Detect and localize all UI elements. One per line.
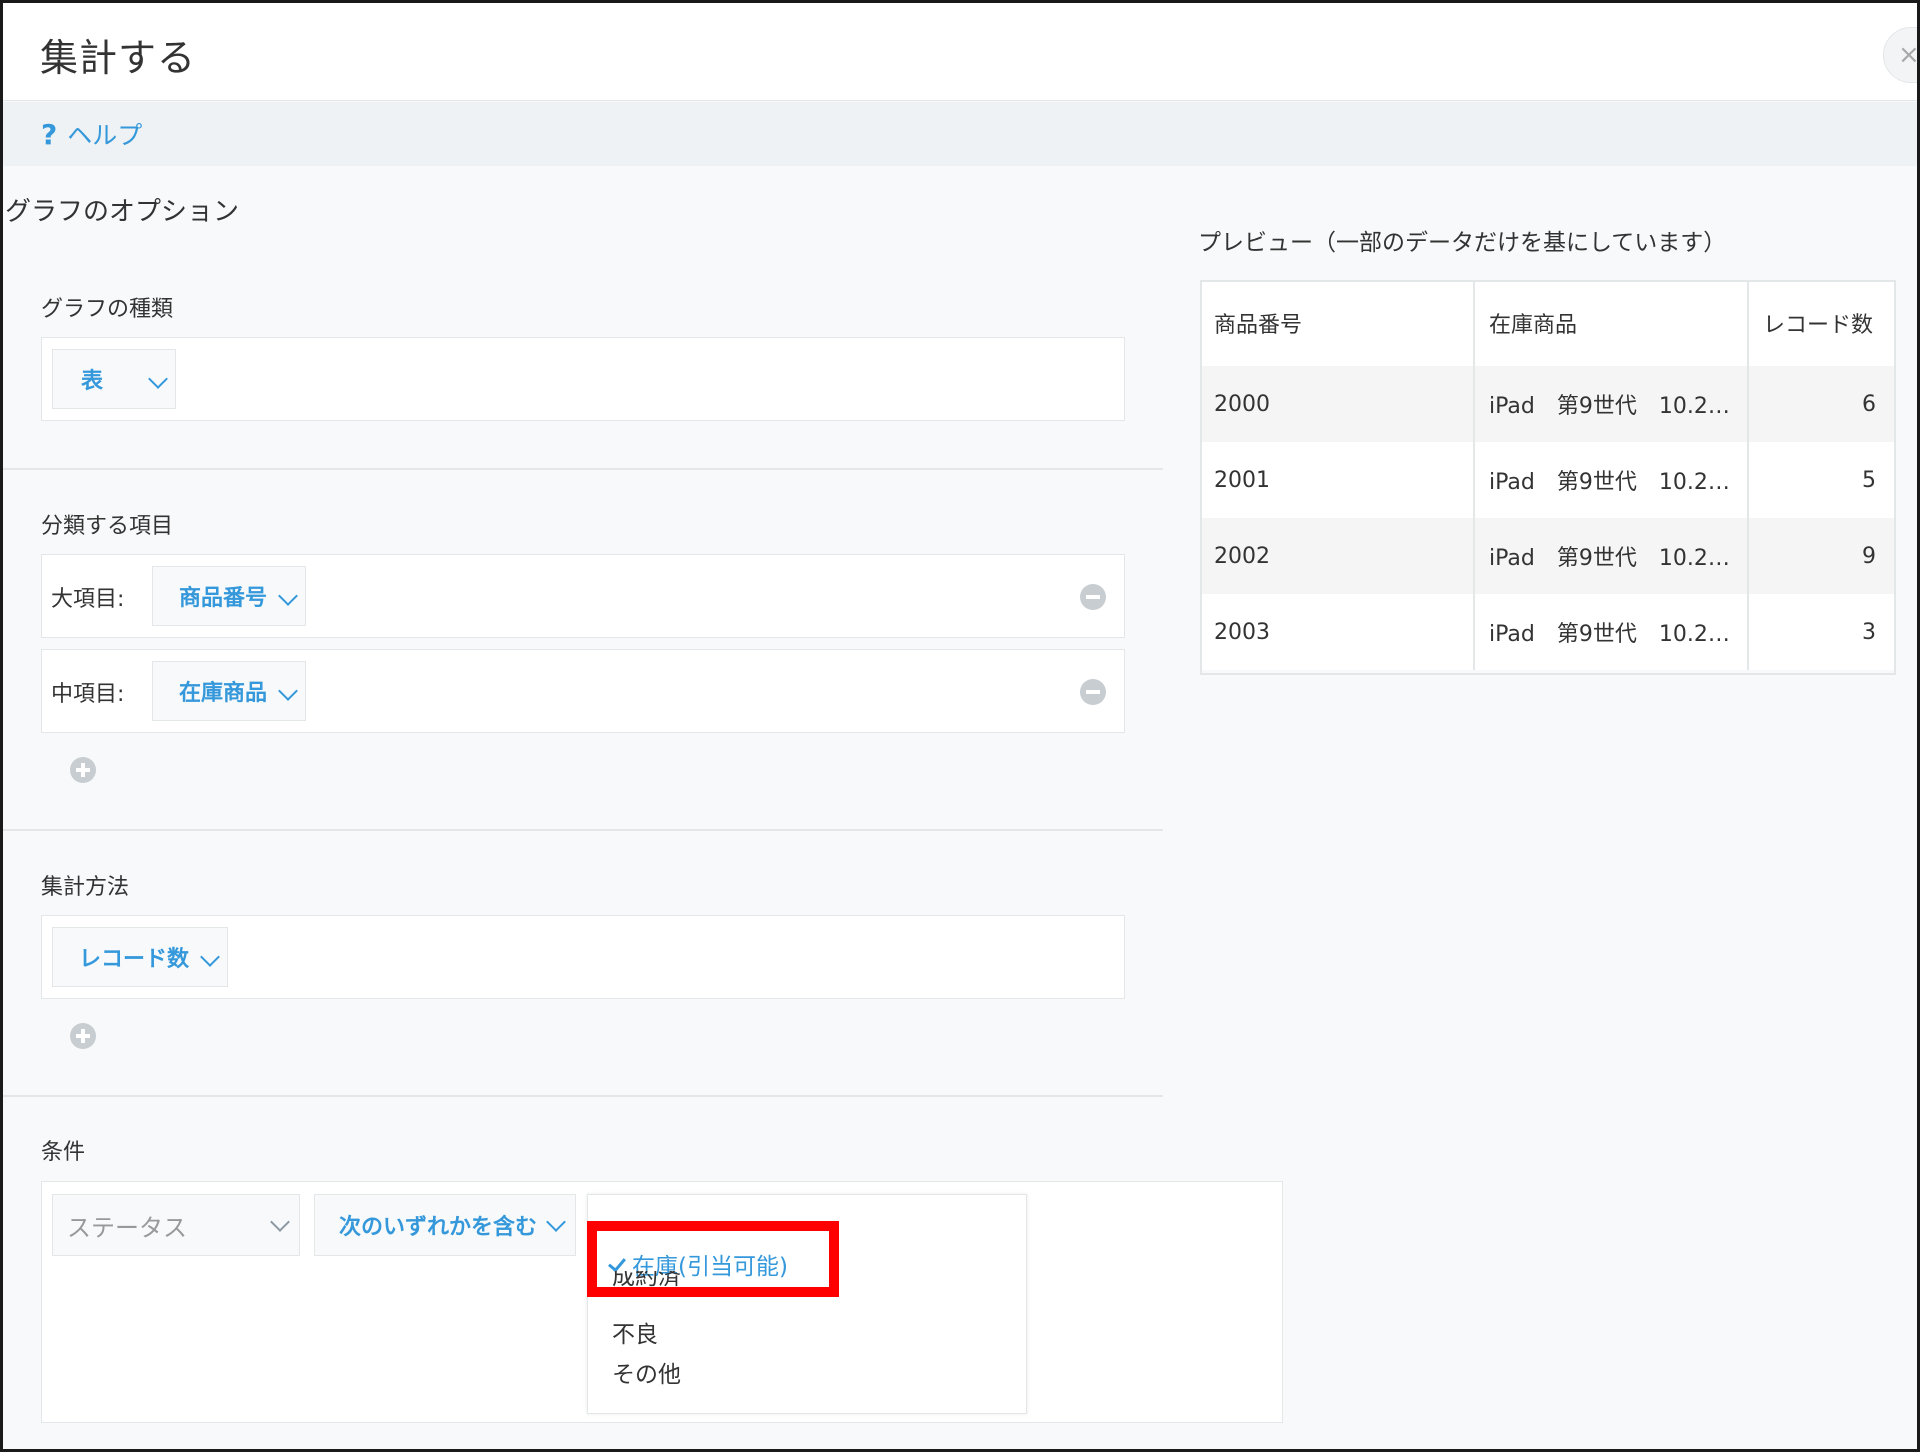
table-cell: 3 (1748, 594, 1896, 670)
table-cell: 9 (1748, 518, 1896, 594)
close-button[interactable]: × (1883, 27, 1917, 83)
option-defective[interactable]: 不良 (612, 1315, 658, 1349)
aggregate-value: レコード数 (79, 947, 190, 972)
chevron-down-icon (278, 586, 298, 606)
graph-options-title: グラフのオプション (5, 197, 240, 227)
major-item-row: 大項目: 商品番号 (41, 554, 1125, 638)
column-header: 在庫商品 (1474, 280, 1749, 366)
condition-field-value: ステータス (67, 1213, 187, 1242)
major-item-value: 商品番号 (179, 586, 268, 611)
table-cell: 2003 (1200, 594, 1475, 670)
chevron-down-icon (546, 1212, 566, 1232)
column-header: レコード数 (1748, 280, 1896, 366)
add-item-icon[interactable] (70, 757, 96, 783)
condition-operator-value: 次のいずれかを含む (339, 1215, 538, 1240)
condition-row: ステータス 次のいずれかを含む 在庫(引当可能) 成約済 不良 その他 (41, 1181, 1283, 1423)
table-row: 2001 iPad 第9世代 10.2… 5 (1200, 442, 1896, 518)
help-link[interactable]: ? ヘルプ (41, 116, 142, 152)
aggregate-dialog: 集計する × ? ヘルプ グラフのオプション グラフの種類 表 分類する項目 大… (0, 0, 1920, 1452)
table-cell: 2002 (1200, 518, 1475, 594)
help-bar: ? ヘルプ (3, 102, 1917, 166)
question-icon: ? (41, 117, 58, 151)
dialog-titlebar: 集計する × (3, 3, 1917, 101)
chevron-down-icon (148, 369, 168, 389)
graph-type-box: 表 (41, 337, 1125, 421)
check-icon (608, 1253, 626, 1273)
table-cell: 2000 (1200, 366, 1475, 442)
middle-item-row: 中項目: 在庫商品 (41, 649, 1125, 733)
aggregate-box: レコード数 (41, 915, 1125, 999)
middle-item-label: 中項目: (51, 682, 125, 707)
add-aggregate-icon[interactable] (70, 1023, 96, 1049)
section-divider (3, 1095, 1163, 1097)
table-cell: iPad 第9世代 10.2… (1474, 594, 1749, 670)
preview-table: 商品番号 在庫商品 レコード数 2000 iPad 第9世代 10.2… 6 2… (1200, 280, 1896, 670)
option-other[interactable]: その他 (612, 1355, 681, 1389)
dialog-title: 集計する (40, 36, 197, 80)
remove-major-item-icon[interactable] (1080, 584, 1106, 610)
table-cell: 5 (1748, 442, 1896, 518)
table-row: 2000 iPad 第9世代 10.2… 6 (1200, 366, 1896, 442)
remove-middle-item-icon[interactable] (1080, 679, 1106, 705)
middle-item-select[interactable]: 在庫商品 (152, 661, 306, 721)
table-row: 2002 iPad 第9世代 10.2… 9 (1200, 518, 1896, 594)
column-header: 商品番号 (1200, 280, 1475, 366)
condition-field-select[interactable]: ステータス (52, 1194, 300, 1256)
table-cell: 2001 (1200, 442, 1475, 518)
aggregate-label: 集計方法 (41, 875, 130, 900)
preview-title: プレビュー（一部のデータだけを基にしています） (1198, 230, 1727, 256)
major-item-label: 大項目: (51, 587, 125, 612)
table-cell: iPad 第9世代 10.2… (1474, 366, 1749, 442)
section-divider (3, 468, 1163, 470)
graph-type-value: 表 (81, 369, 104, 394)
condition-operator-select[interactable]: 次のいずれかを含む (314, 1194, 576, 1256)
chevron-down-icon (200, 947, 220, 967)
conditions-label: 条件 (41, 1140, 86, 1165)
table-row: 2003 iPad 第9世代 10.2… 3 (1200, 594, 1896, 670)
table-cell: iPad 第9世代 10.2… (1474, 518, 1749, 594)
graph-type-label: グラフの種類 (41, 297, 174, 322)
table-cell: 6 (1748, 366, 1896, 442)
classify-label: 分類する項目 (41, 514, 174, 539)
chevron-down-icon (278, 681, 298, 701)
aggregate-select[interactable]: レコード数 (52, 927, 228, 987)
option-contracted[interactable]: 成約済 (612, 1271, 681, 1287)
table-header-row: 商品番号 在庫商品 レコード数 (1200, 280, 1896, 366)
graph-type-select[interactable]: 表 (52, 349, 176, 409)
condition-values-list: 在庫(引当可能) 成約済 不良 その他 (587, 1194, 1027, 1414)
chevron-down-icon (270, 1212, 290, 1232)
major-item-select[interactable]: 商品番号 (152, 566, 306, 626)
table-cell: iPad 第9世代 10.2… (1474, 442, 1749, 518)
middle-item-value: 在庫商品 (179, 681, 268, 706)
help-label: ヘルプ (67, 121, 143, 150)
section-divider (3, 829, 1163, 831)
